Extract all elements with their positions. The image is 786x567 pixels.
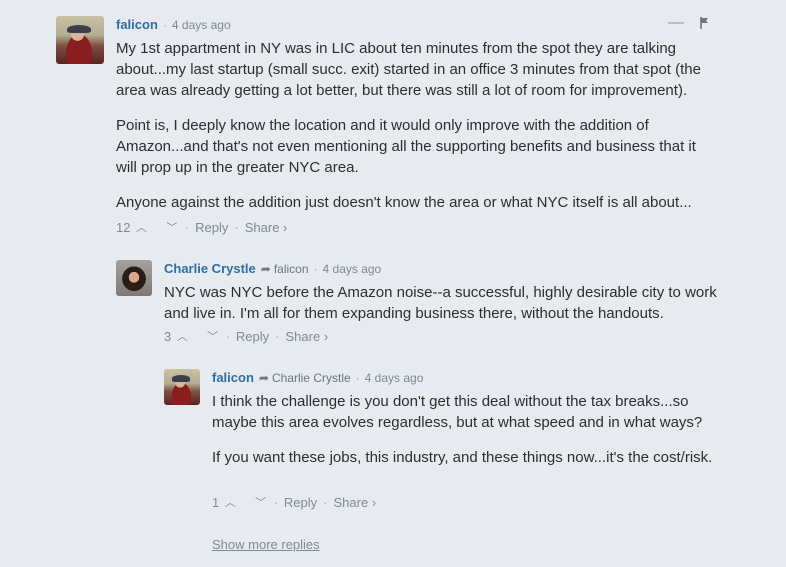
author-name[interactable]: Charlie Crystle — [164, 261, 256, 276]
comment-body: NYC was NYC before the Amazon noise--a s… — [164, 282, 724, 324]
avatar[interactable] — [164, 369, 200, 405]
upvote-icon[interactable]: ︿ — [175, 328, 189, 344]
comment-paragraph: I think the challenge is you don't get t… — [212, 393, 703, 431]
share-button[interactable]: Share › — [245, 220, 288, 235]
comment-paragraph: NYC was NYC before the Amazon noise--a s… — [164, 284, 717, 322]
separator-dot: · — [355, 370, 360, 385]
downvote-icon[interactable]: ﹀ — [254, 494, 268, 510]
comment-actions: 1 ︿ · ﹀ · Reply · Share › — [212, 494, 376, 510]
vote-count: 3 — [164, 328, 172, 344]
avatar[interactable] — [116, 260, 152, 296]
reply-button[interactable]: Reply — [236, 329, 269, 344]
comment-meta: Charlie Crystle ➦ falicon · 4 days ago — [164, 261, 381, 276]
separator-dot: · — [225, 328, 230, 344]
separator-dot: · — [275, 328, 280, 344]
vote-count: 12 — [116, 219, 131, 235]
comment-actions: 12 ︿ · ﹀ · Reply · Share › — [116, 219, 287, 235]
avatar[interactable] — [56, 16, 104, 64]
comment-body: My 1st appartment in NY was in LIC about… — [116, 38, 716, 213]
author-name[interactable]: falicon — [212, 370, 254, 385]
comment-meta: falicon ➦ Charlie Crystle · 4 days ago — [212, 370, 423, 385]
downvote-icon[interactable]: ﹀ — [165, 219, 179, 235]
reply-button[interactable]: Reply — [284, 495, 317, 510]
comment-paragraph: If you want these jobs, this industry, a… — [212, 449, 713, 466]
timestamp[interactable]: 4 days ago — [172, 18, 231, 32]
timestamp[interactable]: 4 days ago — [365, 371, 424, 385]
downvote-icon[interactable]: ﹀ — [206, 328, 220, 344]
show-more-replies-link[interactable]: Show more replies — [212, 537, 320, 552]
reply-arrow-icon: ➦ — [258, 370, 269, 385]
parent-author[interactable]: Charlie Crystle — [272, 371, 351, 385]
reply-button[interactable]: Reply — [195, 220, 228, 235]
separator-dot: · — [313, 261, 318, 276]
comment-paragraph: Anyone against the addition just doesn't… — [116, 194, 692, 211]
comment-meta: falicon · 4 days ago — [116, 17, 231, 32]
upvote-icon[interactable]: ︿ — [134, 219, 148, 235]
comment-paragraph: My 1st appartment in NY was in LIC about… — [116, 40, 701, 99]
share-button[interactable]: Share › — [286, 329, 329, 344]
upvote-icon[interactable]: ︿ — [223, 494, 237, 510]
separator-dot: · — [184, 219, 190, 235]
reply-arrow-icon: ➦ — [260, 261, 271, 276]
comment-actions: 3 ︿ · ﹀ · Reply · Share › — [164, 328, 328, 344]
minus-icon[interactable]: — — [668, 15, 684, 31]
share-button[interactable]: Share › — [334, 495, 377, 510]
separator-dot: · — [234, 219, 239, 235]
separator-dot: · — [273, 494, 278, 510]
timestamp[interactable]: 4 days ago — [323, 262, 382, 276]
author-name[interactable]: falicon — [116, 17, 158, 32]
separator-dot: · — [323, 494, 328, 510]
vote-count: 1 — [212, 494, 220, 510]
separator-dot: · — [162, 17, 167, 32]
comment-body: I think the challenge is you don't get t… — [212, 391, 717, 468]
comment-controls: — — [668, 15, 710, 31]
parent-author[interactable]: falicon — [274, 262, 309, 276]
flag-icon[interactable] — [700, 17, 710, 29]
comment-paragraph: Point is, I deeply know the location and… — [116, 117, 696, 176]
